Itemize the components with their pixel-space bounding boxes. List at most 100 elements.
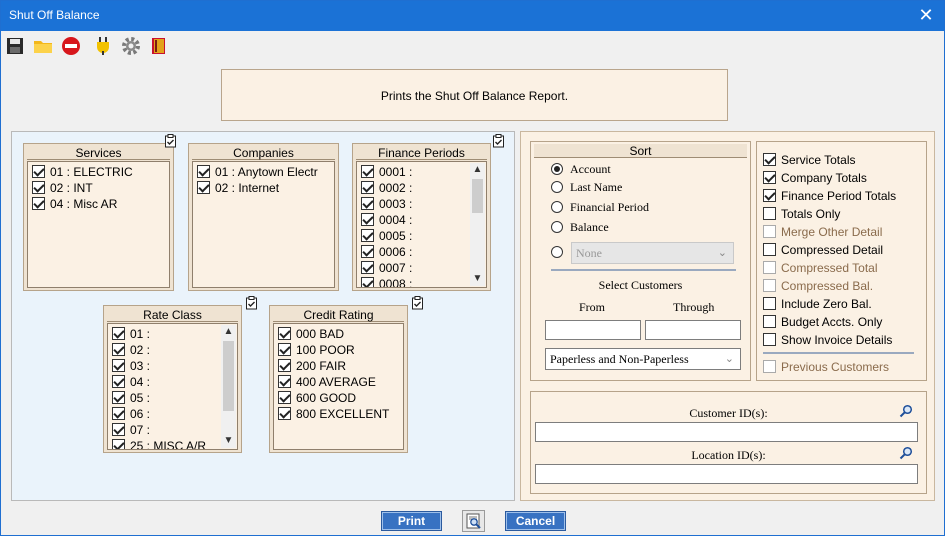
scroll-down-icon[interactable]: ▼ (470, 272, 485, 286)
sort-option-extra[interactable] (551, 244, 570, 260)
list-item[interactable]: 200 FAIR (278, 358, 346, 374)
select-all-credit-rating-icon[interactable] (411, 296, 425, 310)
search-icon[interactable] (899, 446, 913, 460)
radio-button[interactable] (551, 181, 563, 193)
checkbox[interactable] (32, 181, 45, 194)
select-all-rate-class-icon[interactable] (245, 296, 259, 310)
search-icon[interactable] (899, 404, 913, 418)
services-list[interactable]: 01 : ELECTRIC 02 : INT 04 : Misc AR (27, 161, 170, 288)
option-budget-accts-only[interactable]: Budget Accts. Only (763, 314, 882, 330)
scroll-up-icon[interactable]: ▲ (221, 325, 236, 339)
checkbox[interactable] (112, 343, 125, 356)
list-item[interactable]: 600 GOOD (278, 390, 356, 406)
list-item[interactable]: 07 : (112, 422, 150, 438)
checkbox[interactable] (278, 391, 291, 404)
checkbox[interactable] (763, 333, 776, 346)
list-item[interactable]: 0005 : (361, 228, 412, 244)
checkbox[interactable] (278, 375, 291, 388)
checkbox[interactable] (278, 359, 291, 372)
list-item[interactable]: 0004 : (361, 212, 412, 228)
close-icon[interactable]: ✕ (916, 4, 936, 26)
print-button[interactable]: Print (381, 511, 442, 531)
list-item[interactable]: 0003 : (361, 196, 412, 212)
scroll-thumb[interactable] (472, 179, 483, 213)
folder-icon[interactable] (33, 36, 53, 56)
checkbox[interactable] (361, 245, 374, 258)
book-icon[interactable] (149, 36, 169, 56)
option-service-totals[interactable]: Service Totals (763, 152, 855, 168)
finance-periods-scrollbar[interactable]: ▲ ▼ (470, 163, 485, 286)
checkbox[interactable] (361, 213, 374, 226)
list-item[interactable]: 02 : (112, 342, 150, 358)
stop-icon[interactable] (61, 36, 81, 56)
list-item[interactable]: 01 : ELECTRIC (32, 164, 133, 180)
sort-option-last-name[interactable]: Last Name (551, 179, 622, 195)
plug-icon[interactable] (93, 36, 113, 56)
list-item[interactable]: 0002 : (361, 180, 412, 196)
list-item[interactable]: 0008 : (361, 276, 412, 287)
checkbox[interactable] (32, 165, 45, 178)
radio-button[interactable] (551, 221, 563, 233)
checkbox[interactable] (361, 277, 374, 287)
list-item[interactable]: 100 POOR (278, 342, 355, 358)
list-item[interactable]: 01 : (112, 326, 150, 342)
checkbox[interactable] (197, 165, 210, 178)
checkbox[interactable] (197, 181, 210, 194)
sort-option-financial-period[interactable]: Financial Period (551, 199, 649, 215)
checkbox[interactable] (32, 197, 45, 210)
checkbox[interactable] (763, 171, 776, 184)
list-item[interactable]: 0007 : (361, 260, 412, 276)
option-show-invoice-details[interactable]: Show Invoice Details (763, 332, 892, 348)
list-item[interactable]: 06 : (112, 406, 150, 422)
scroll-up-icon[interactable]: ▲ (470, 163, 485, 177)
finance-periods-list[interactable]: 0001 : 0002 : 0003 : 0004 : 0005 : 0006 … (356, 161, 487, 288)
gear-icon[interactable] (121, 36, 141, 56)
checkbox[interactable] (361, 261, 374, 274)
checkbox[interactable] (763, 153, 776, 166)
checkbox[interactable] (278, 327, 291, 340)
checkbox[interactable] (763, 315, 776, 328)
list-item[interactable]: 25 : MISC A/R (112, 438, 206, 449)
cancel-button[interactable]: Cancel (505, 511, 566, 531)
list-item[interactable]: 02 : INT (32, 180, 93, 196)
checkbox[interactable] (112, 359, 125, 372)
customer-id-input[interactable] (535, 422, 918, 442)
checkbox[interactable] (361, 181, 374, 194)
rate-class-list[interactable]: 01 : 02 : 03 : 04 : 05 : 06 : 07 : 25 : … (107, 323, 238, 450)
checkbox[interactable] (763, 189, 776, 202)
select-all-services-icon[interactable] (164, 134, 178, 148)
checkbox[interactable] (278, 343, 291, 356)
print-preview-button[interactable] (462, 510, 485, 532)
list-item[interactable]: 400 AVERAGE (278, 374, 376, 390)
save-icon[interactable] (5, 36, 25, 56)
checkbox[interactable] (278, 407, 291, 420)
list-item[interactable]: 04 : (112, 374, 150, 390)
list-item[interactable]: 800 EXCELLENT (278, 406, 389, 422)
checkbox[interactable] (361, 197, 374, 210)
checkbox[interactable] (112, 375, 125, 388)
through-input[interactable] (645, 320, 741, 340)
companies-list[interactable]: 01 : Anytown Electr 02 : Internet (192, 161, 335, 288)
list-item[interactable]: 04 : Misc AR (32, 196, 117, 212)
radio-button[interactable] (551, 163, 563, 175)
checkbox[interactable] (112, 439, 125, 449)
checkbox[interactable] (763, 243, 776, 256)
list-item[interactable]: 0006 : (361, 244, 412, 260)
checkbox[interactable] (112, 407, 125, 420)
list-item[interactable]: 03 : (112, 358, 150, 374)
select-all-finance-periods-icon[interactable] (492, 134, 506, 148)
option-company-totals[interactable]: Company Totals (763, 170, 867, 186)
from-input[interactable] (545, 320, 641, 340)
checkbox[interactable] (112, 423, 125, 436)
scroll-thumb[interactable] (223, 341, 234, 411)
credit-rating-list[interactable]: 000 BAD 100 POOR 200 FAIR 400 AVERAGE 60… (273, 323, 404, 450)
checkbox[interactable] (361, 229, 374, 242)
checkbox[interactable] (763, 297, 776, 310)
list-item[interactable]: 0001 : (361, 164, 412, 180)
radio-button[interactable] (551, 201, 563, 213)
scroll-down-icon[interactable]: ▼ (221, 434, 236, 448)
location-id-input[interactable] (535, 464, 918, 484)
list-item[interactable]: 02 : Internet (197, 180, 279, 196)
list-item[interactable]: 05 : (112, 390, 150, 406)
checkbox[interactable] (112, 327, 125, 340)
